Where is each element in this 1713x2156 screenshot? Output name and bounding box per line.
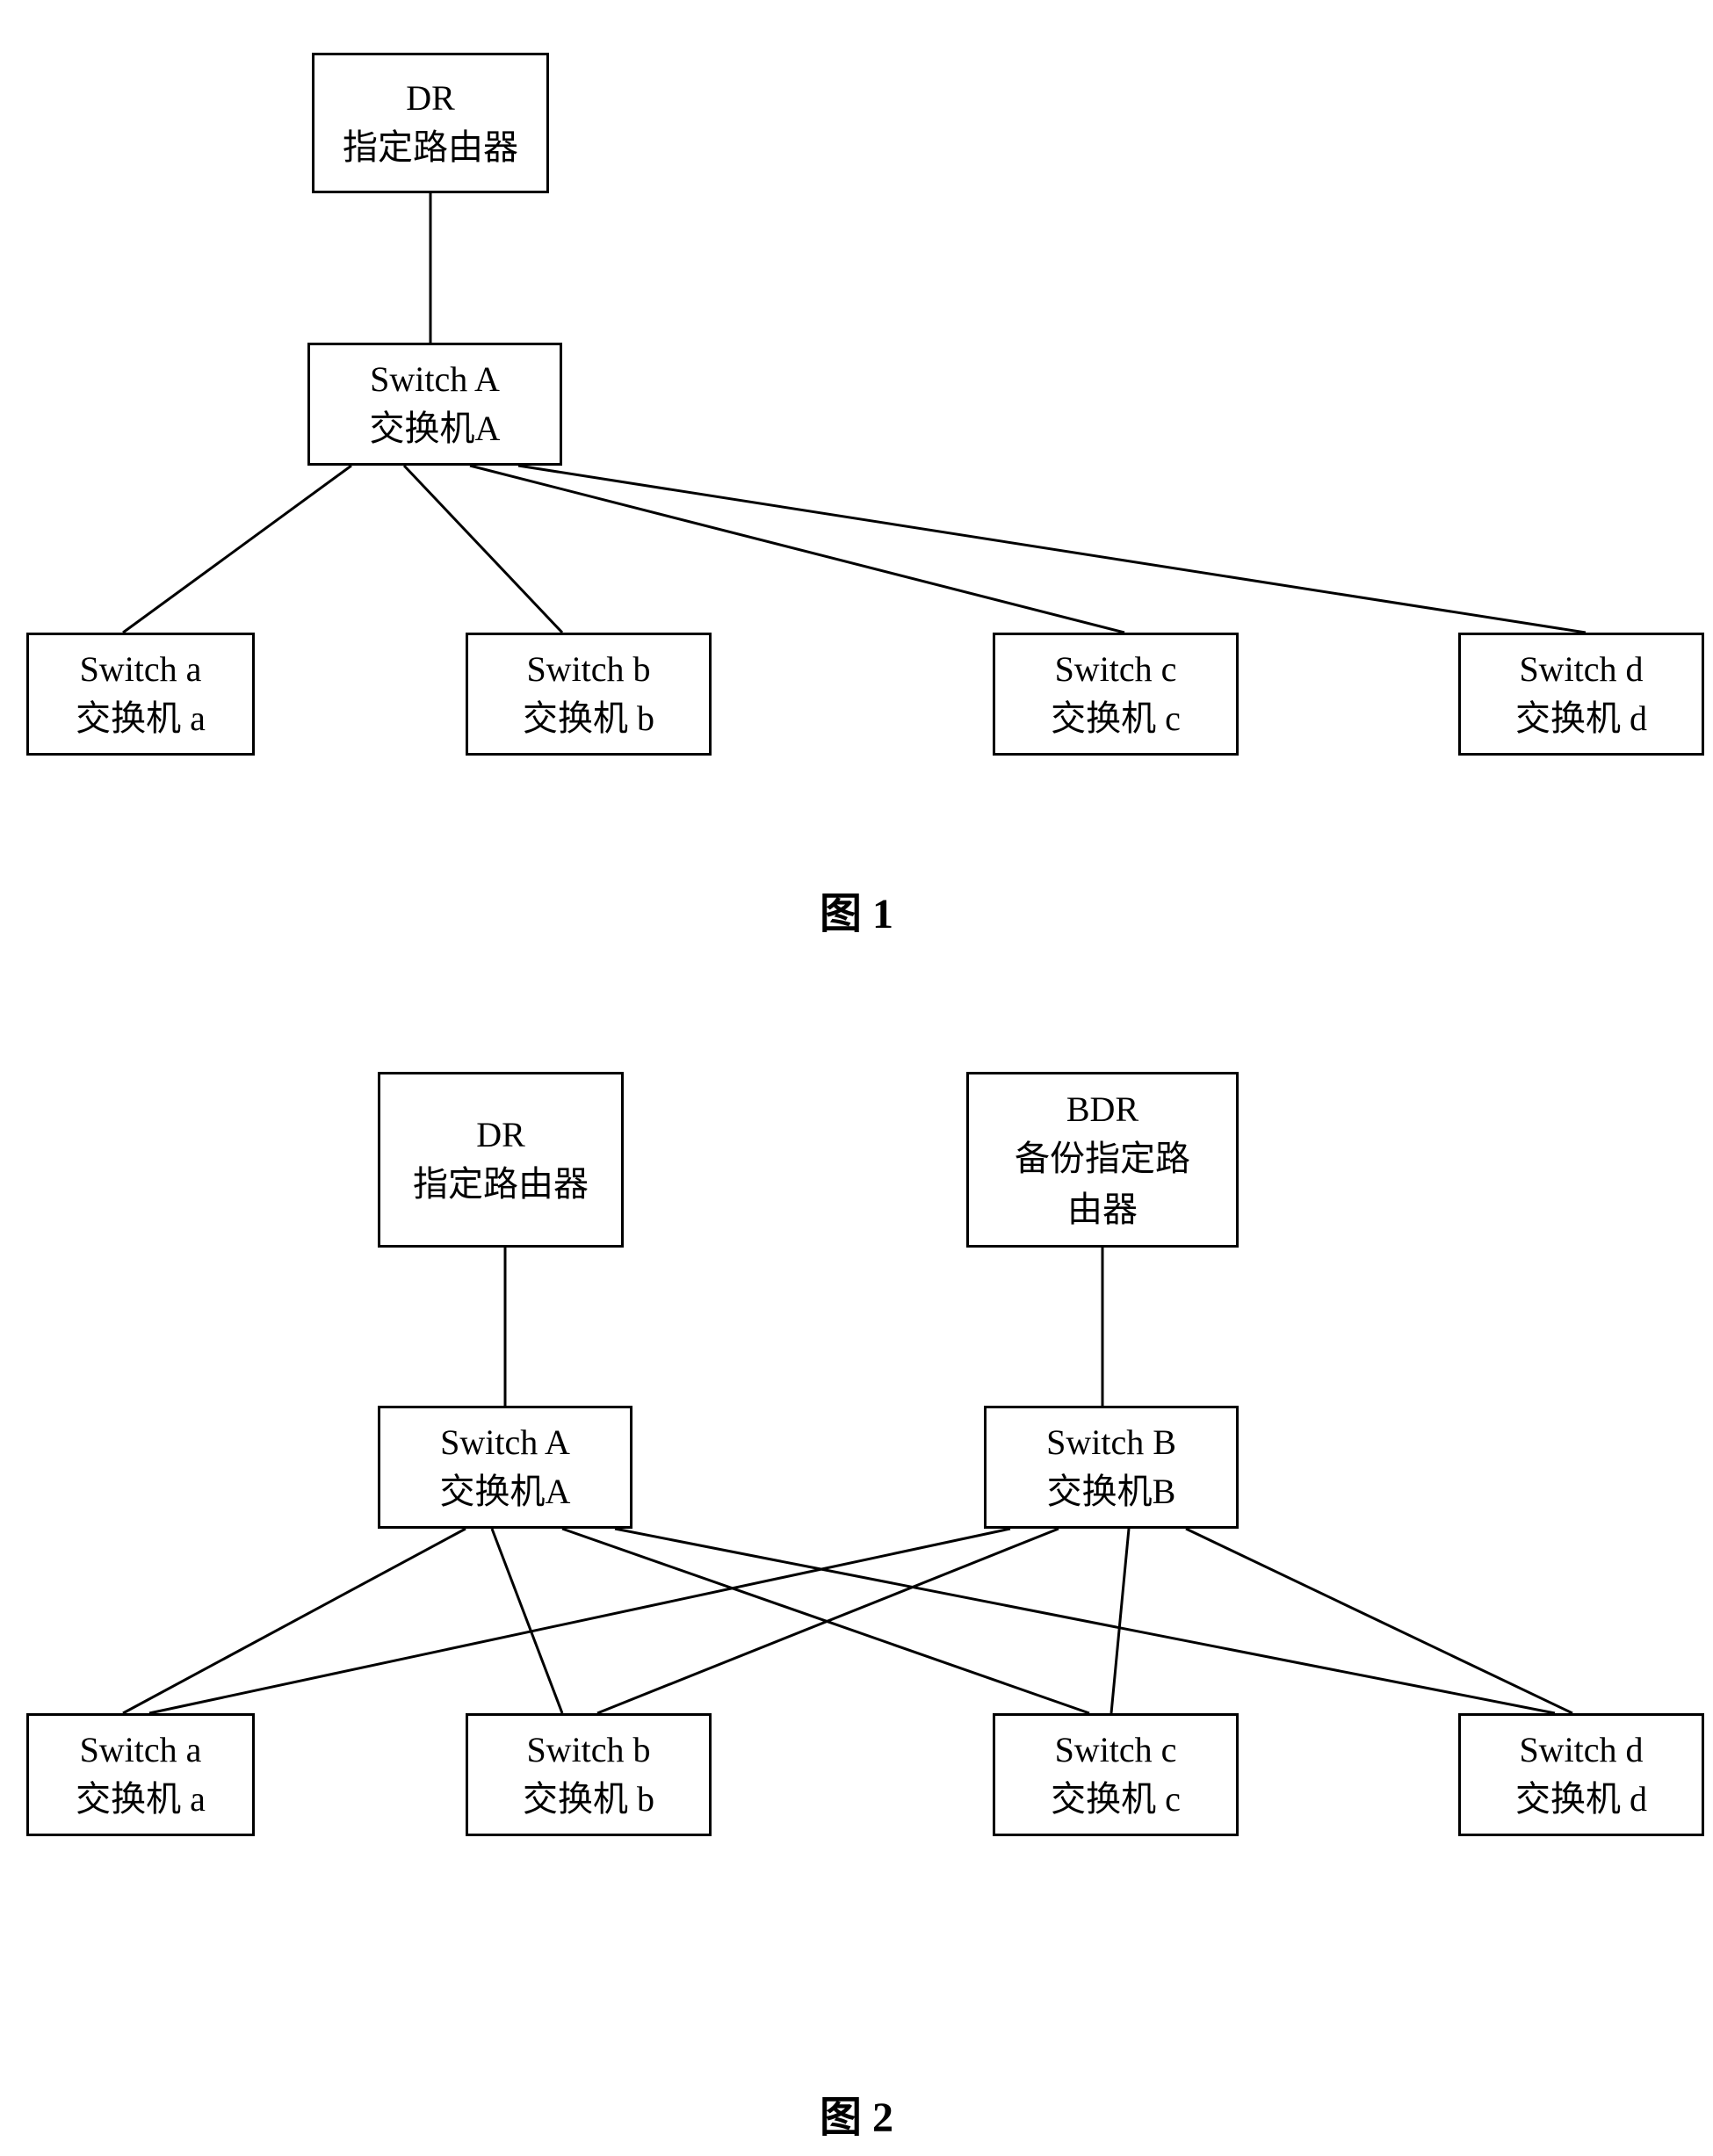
line-switchB-switchb	[597, 1529, 1059, 1713]
switchA2-label-2: 交换机A	[440, 1463, 571, 1514]
switcha2-label-1: Switch a	[80, 1729, 202, 1770]
line-switchB-switchc	[1111, 1529, 1129, 1713]
switchc-label-1: Switch c	[1055, 648, 1177, 690]
box-bdr: BDR 备份指定路 由器	[966, 1072, 1239, 1248]
switchA-label-1: Switch A	[370, 358, 500, 400]
diagram-1-lines	[0, 35, 1713, 914]
box-dr: DR 指定路由器	[312, 53, 549, 193]
switchb2-label-2: 交换机 b	[523, 1770, 654, 1821]
box-switchb: Switch b 交换机 b	[466, 633, 712, 756]
diagram-1: DR 指定路由器 Switch A 交换机A Switch a 交换机 a Sw…	[0, 35, 1713, 914]
switchb-label-2: 交换机 b	[523, 690, 654, 741]
box-switchc: Switch c 交换机 c	[993, 633, 1239, 756]
line-switchA-switchd	[518, 466, 1586, 633]
switchA-label-2: 交换机A	[370, 400, 501, 451]
switchd2-label-2: 交换机 d	[1515, 1770, 1647, 1821]
switcha-label-2: 交换机 a	[76, 690, 206, 741]
switchB-label-1: Switch B	[1046, 1422, 1176, 1463]
switchd-label-2: 交换机 d	[1515, 690, 1647, 741]
box-switchd-2: Switch d 交换机 d	[1458, 1713, 1704, 1836]
line-switchA-switchd-2	[615, 1529, 1555, 1713]
switchd2-label-1: Switch d	[1519, 1729, 1643, 1770]
diagram-2-lines	[0, 1054, 1713, 2021]
dr-label-2: 指定路由器	[343, 119, 518, 170]
box-switchB: Switch B 交换机B	[984, 1406, 1239, 1529]
box-switchc-2: Switch c 交换机 c	[993, 1713, 1239, 1836]
box-switchA: Switch A 交换机A	[307, 343, 562, 466]
line-switchA-switcha-2	[123, 1529, 466, 1713]
caption-2: 图 2	[0, 2082, 1713, 2144]
switcha2-label-2: 交换机 a	[76, 1770, 206, 1821]
line-switchA-switchb	[404, 466, 562, 633]
bdr-label-3: 由器	[1067, 1181, 1138, 1232]
bdr-label-1: BDR	[1066, 1089, 1138, 1130]
switchA2-label-1: Switch A	[440, 1422, 570, 1463]
switchb2-label-1: Switch b	[526, 1729, 650, 1770]
line-switchB-switcha	[149, 1529, 1010, 1713]
box-switcha: Switch a 交换机 a	[26, 633, 255, 756]
box-switchA-2: Switch A 交换机A	[378, 1406, 632, 1529]
dr2-label-1: DR	[476, 1114, 525, 1155]
caption-1: 图 1	[0, 879, 1713, 940]
bdr-label-2: 备份指定路	[1015, 1130, 1190, 1181]
switchb-label-1: Switch b	[526, 648, 650, 690]
line-switchB-switchd	[1186, 1529, 1572, 1713]
box-switchd: Switch d 交换机 d	[1458, 633, 1704, 756]
switchc-label-2: 交换机 c	[1051, 690, 1181, 741]
switchd-label-1: Switch d	[1519, 648, 1643, 690]
switchc2-label-2: 交换机 c	[1051, 1770, 1181, 1821]
line-switchA-switcha	[123, 466, 351, 633]
line-switchA-switchc	[470, 466, 1124, 633]
switchc2-label-1: Switch c	[1055, 1729, 1177, 1770]
dr-label-1: DR	[406, 77, 455, 119]
line-switchA-switchb-2	[492, 1529, 562, 1713]
switcha-label-1: Switch a	[80, 648, 202, 690]
box-dr-2: DR 指定路由器	[378, 1072, 624, 1248]
switchB-label-2: 交换机B	[1047, 1463, 1176, 1514]
dr2-label-2: 指定路由器	[413, 1155, 589, 1206]
box-switcha-2: Switch a 交换机 a	[26, 1713, 255, 1836]
diagram-2: DR 指定路由器 BDR 备份指定路 由器 Switch A 交换机A Swit…	[0, 1054, 1713, 2021]
box-switchb-2: Switch b 交换机 b	[466, 1713, 712, 1836]
